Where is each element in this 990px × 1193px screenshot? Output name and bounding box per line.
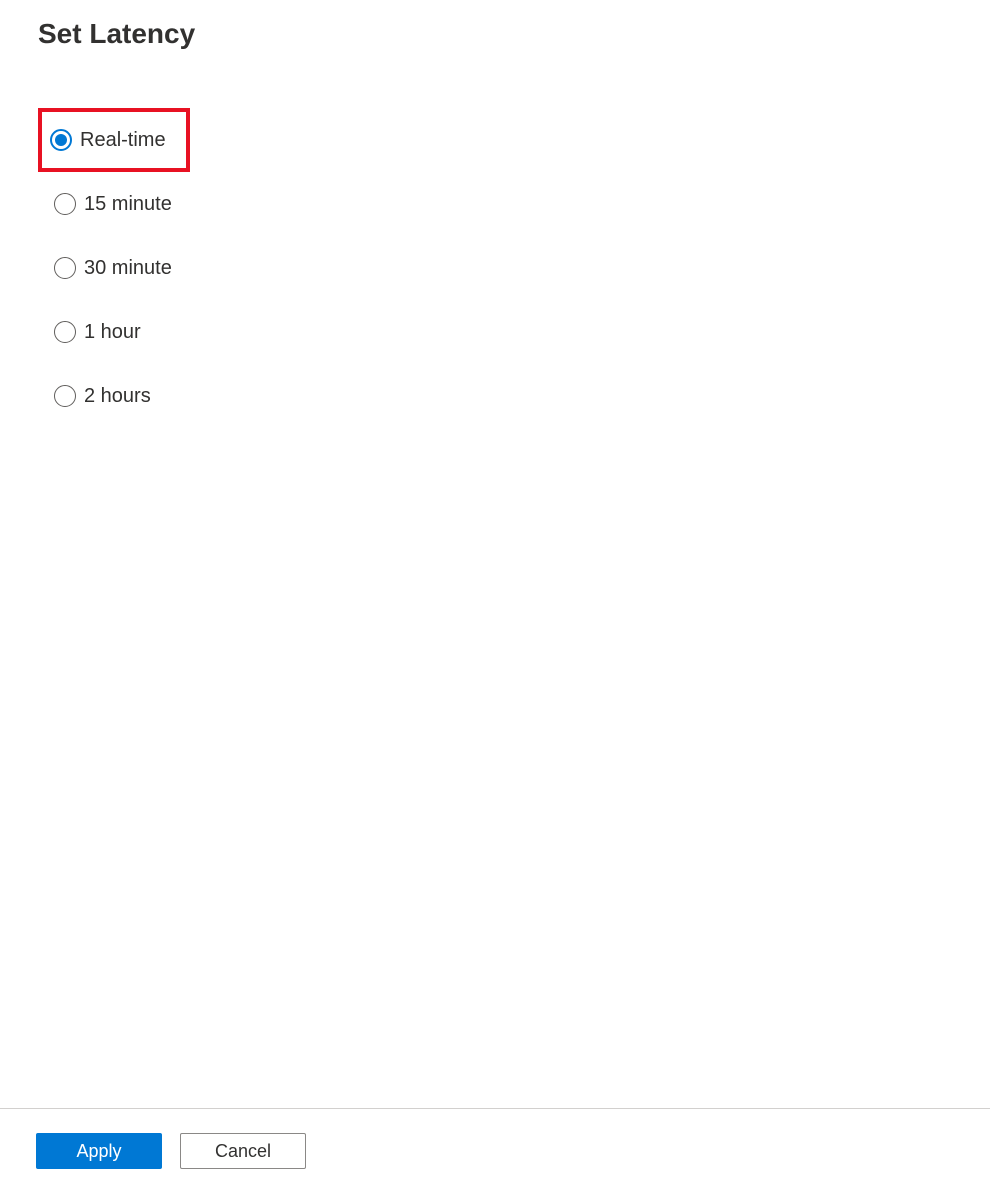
radio-icon [54,193,76,215]
radio-label: 1 hour [84,321,141,344]
radio-option-real-time[interactable]: Real-time [38,108,190,172]
radio-label: 2 hours [84,385,151,408]
radio-label: Real-time [80,129,166,152]
radio-option-2-hours[interactable]: 2 hours [42,364,163,428]
radio-icon [54,385,76,407]
radio-label: 30 minute [84,257,172,280]
radio-icon [54,257,76,279]
radio-icon [50,129,72,151]
radio-icon [54,321,76,343]
latency-options-group: Real-time 15 minute 30 minute 1 hour 2 h… [0,50,990,428]
footer-actions: Apply Cancel [0,1108,990,1193]
radio-label: 15 minute [84,193,172,216]
cancel-button[interactable]: Cancel [180,1133,306,1169]
apply-button[interactable]: Apply [36,1133,162,1169]
radio-option-30-minute[interactable]: 30 minute [42,236,184,300]
radio-option-1-hour[interactable]: 1 hour [42,300,153,364]
page-title: Set Latency [0,0,990,50]
radio-inner-dot [55,134,67,146]
radio-option-15-minute[interactable]: 15 minute [42,172,184,236]
